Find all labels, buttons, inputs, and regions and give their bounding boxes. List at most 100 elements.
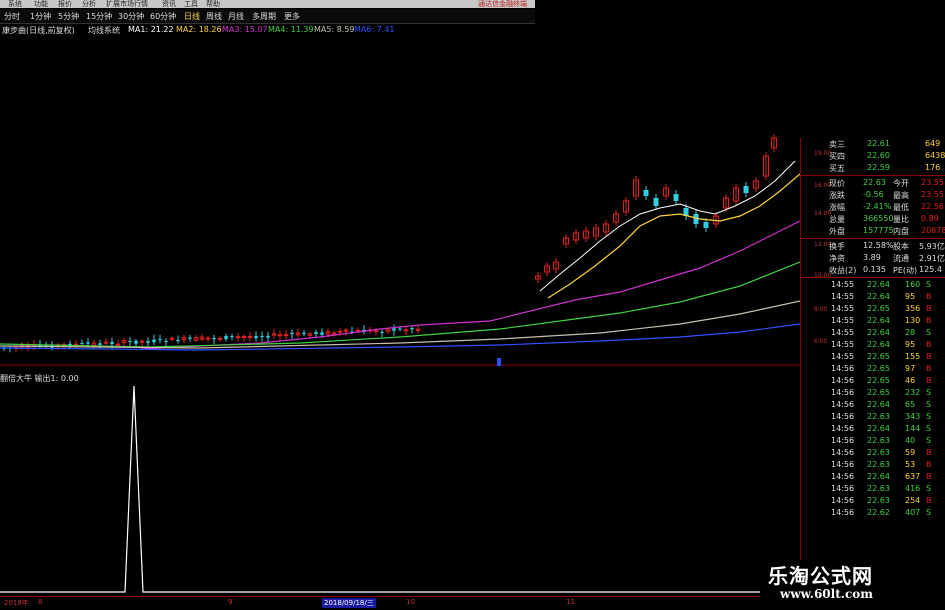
menu-bar: 系统 功能 报价 分析 扩展市场行情 资讯 工具 帮助 通达信金融终端	[0, 0, 535, 8]
candle	[398, 328, 402, 330]
ma5-value: MA5: 8.59	[314, 25, 355, 34]
menu-item-ext-market[interactable]: 扩展市场行情	[106, 0, 148, 9]
tick-row[interactable]: 14:56 22.63 416 S	[801, 483, 945, 495]
ma4-value: MA4: 11.39	[268, 25, 314, 34]
menu-item-analysis[interactable]: 分析	[82, 0, 96, 9]
tick-price: 22.63	[867, 484, 890, 493]
tick-row[interactable]: 14:55 22.64 28 S	[801, 327, 945, 339]
ask-row[interactable]: 卖三 22.61 649	[801, 138, 945, 150]
tick-time: 14:55	[831, 304, 855, 313]
tick-row[interactable]: 14:56 22.65 97 B	[801, 363, 945, 375]
tick-row[interactable]: 14:56 22.63 59 B	[801, 447, 945, 459]
candle	[110, 342, 114, 345]
menu-item-quote[interactable]: 报价	[58, 0, 72, 9]
tick-row[interactable]: 14:56 22.65 232 S	[801, 387, 945, 399]
tick-price: 22.63	[867, 412, 890, 421]
stat-row[interactable]: 现价 22.63 今开 23.55	[801, 177, 945, 189]
period-tab-30min[interactable]: 30分钟	[118, 11, 144, 22]
stat-row[interactable]: 总量 366550 量比 0.89	[801, 213, 945, 225]
ask-row[interactable]: 买四 22.60 6438	[801, 150, 945, 162]
ask-row[interactable]: 买五 22.59 176	[801, 162, 945, 174]
candle	[643, 190, 649, 196]
tick-direction: B	[926, 352, 932, 361]
candle	[266, 335, 270, 338]
period-tab-monthly[interactable]: 月线	[228, 11, 244, 22]
stat-row[interactable]: 换手 12.58% 股本 5.93亿	[801, 240, 945, 252]
candle	[86, 342, 90, 344]
stat-row[interactable]: 涨跌 -0.56 最高 23.55	[801, 189, 945, 201]
stat-row[interactable]: 外盘 157775内盘 208783	[801, 225, 945, 237]
tick-row[interactable]: 14:55 22.65 155 B	[801, 351, 945, 363]
stat-label: 涨幅	[829, 203, 845, 212]
tick-price: 22.64	[867, 472, 890, 481]
tick-time: 14:56	[831, 388, 855, 397]
tick-volume: 637	[905, 472, 921, 481]
ask-volume: 649	[925, 139, 941, 148]
period-tab-daily[interactable]: 日线	[184, 11, 200, 22]
tick-time: 14:55	[831, 340, 855, 349]
stat-value: -0.56	[863, 190, 884, 199]
ma6-value: MA6: 7.41	[354, 25, 395, 34]
kline-chart[interactable]	[0, 36, 800, 366]
tick-row[interactable]: 14:56 22.64 637 B	[801, 471, 945, 483]
menu-item-function[interactable]: 功能	[34, 0, 48, 9]
tick-price: 22.63	[867, 448, 890, 457]
tick-row[interactable]: 14:55 22.64 130 B	[801, 315, 945, 327]
tick-direction: S	[926, 388, 932, 397]
tick-volume: 160	[905, 280, 921, 289]
stat-row[interactable]: 净资 3.89 流通 2.91亿	[801, 252, 945, 264]
period-tab-more[interactable]: 更多	[284, 11, 300, 22]
ma1-value: MA1: 21.22	[128, 25, 174, 34]
tick-row[interactable]: 14:56 22.63 40 S	[801, 435, 945, 447]
stat-row[interactable]: 涨幅 -2.41% 最低 22.56	[801, 201, 945, 213]
tick-direction: S	[926, 328, 932, 337]
tick-row[interactable]: 14:55 22.65 356 B	[801, 303, 945, 315]
tick-row[interactable]: 14:55 22.64 95 B	[801, 339, 945, 351]
tick-row[interactable]: 14:55 22.64 160 S	[801, 279, 945, 291]
tick-row[interactable]: 14:56 22.62 407 S	[801, 507, 945, 519]
period-tab-intraday[interactable]: 分时	[4, 11, 20, 22]
stat-label: 今开	[893, 179, 909, 188]
period-tab-1min[interactable]: 1分钟	[30, 11, 51, 22]
tick-volume: 46	[905, 376, 916, 385]
tick-row[interactable]: 14:55 22.64 95 B	[801, 291, 945, 303]
ma-system-label[interactable]: 均线系统	[88, 25, 120, 36]
stat-label: 换手	[829, 242, 845, 251]
stat-label: 总量	[829, 215, 845, 224]
tick-row[interactable]: 14:56 22.63 254 B	[801, 495, 945, 507]
period-tab-60min[interactable]: 60分钟	[150, 11, 176, 22]
tick-direction: B	[926, 316, 932, 325]
tick-row[interactable]: 14:56 22.65 46 B	[801, 375, 945, 387]
indicator-chart[interactable]	[0, 366, 800, 596]
stat-value: 23.55	[921, 178, 944, 187]
tick-price: 22.65	[867, 352, 890, 361]
stat-row[interactable]: 收益(2) 0.135 PE(动) 125.4	[801, 264, 945, 276]
tick-volume: 53	[905, 460, 916, 469]
tick-row[interactable]: 14:56 22.64 65 S	[801, 399, 945, 411]
candle	[115, 343, 121, 346]
menu-item-tools[interactable]: 工具	[184, 0, 198, 9]
candle	[703, 222, 709, 228]
ma2-value: MA2: 18.26	[176, 25, 222, 34]
menu-item-help[interactable]: 帮助	[206, 0, 220, 9]
x-axis: 2018年 8 9 2018/09/18/三 10 11 12	[0, 596, 800, 610]
tick-row[interactable]: 14:56 22.63 343 S	[801, 411, 945, 423]
candle	[205, 337, 211, 340]
candlestick-group	[2, 134, 777, 353]
menu-item-news[interactable]: 资讯	[162, 0, 176, 9]
tick-time: 14:56	[831, 472, 855, 481]
period-toolbar: 分时 1分钟 5分钟 15分钟 30分钟 60分钟 日线 周线 月线 多周期 更…	[0, 9, 535, 24]
candle	[283, 334, 289, 337]
period-tab-weekly[interactable]: 周线	[206, 11, 222, 22]
period-tab-15min[interactable]: 15分钟	[86, 11, 112, 22]
tick-time: 14:56	[831, 496, 855, 505]
menu-item-system[interactable]: 系统	[8, 0, 22, 9]
ma4-line	[0, 261, 800, 348]
tick-row[interactable]: 14:56 22.63 53 B	[801, 459, 945, 471]
tick-direction: S	[926, 424, 932, 433]
tick-volume: 155	[905, 352, 921, 361]
period-tab-5min[interactable]: 5分钟	[58, 11, 79, 22]
tick-row[interactable]: 14:56 22.64 144 S	[801, 423, 945, 435]
period-tab-multi[interactable]: 多周期	[252, 11, 276, 22]
stat-label: 最低	[893, 203, 909, 212]
